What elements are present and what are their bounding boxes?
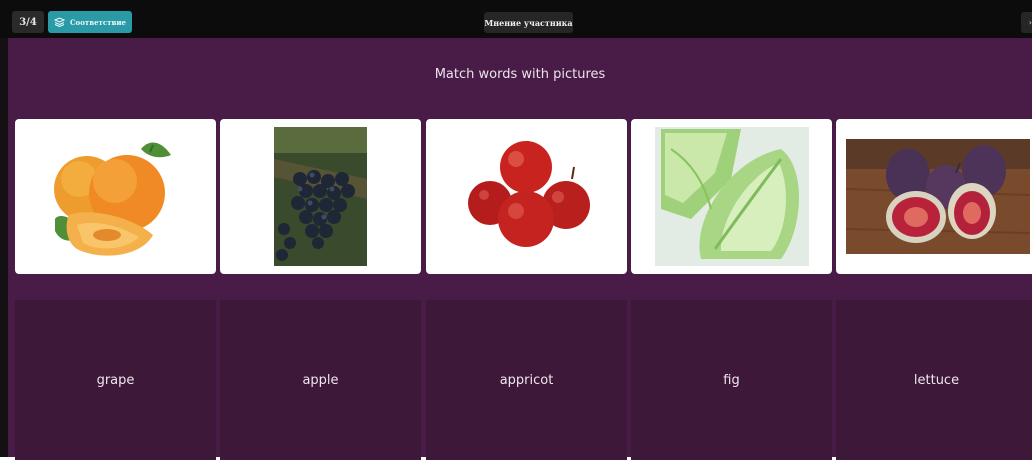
lettuce-image xyxy=(655,127,809,266)
grape-picture-card[interactable] xyxy=(220,119,421,274)
instruction-title: Match words with pictures xyxy=(434,67,606,82)
participant-opinion-button[interactable]: Мнение участника xyxy=(484,12,573,33)
word-tile-grape[interactable]: grape xyxy=(15,300,216,460)
top-bar: 3/4 Соответствие Мнение участника › xyxy=(0,0,1032,38)
lettuce-picture-card[interactable] xyxy=(631,119,832,274)
fig-image xyxy=(845,139,1031,254)
word-label: lettuce xyxy=(913,372,960,388)
left-edge xyxy=(0,38,8,457)
grape-image xyxy=(274,127,367,266)
word-tile-appricot[interactable]: appricot xyxy=(426,300,627,460)
word-label: apple xyxy=(302,372,339,388)
matching-mode-button[interactable]: Соответствие xyxy=(48,11,132,33)
word-tile-fig[interactable]: fig xyxy=(631,300,832,460)
activity-stage: Match words with pictures grape apple ap… xyxy=(8,38,1032,460)
apple-picture-card[interactable] xyxy=(426,119,627,274)
apricot-picture-card[interactable] xyxy=(15,119,216,274)
step-counter: 3/4 xyxy=(12,11,44,33)
layers-icon xyxy=(53,17,65,27)
word-label: fig xyxy=(723,372,740,388)
word-tile-lettuce[interactable]: lettuce xyxy=(836,300,1032,460)
matching-mode-label: Соответствие xyxy=(69,17,126,27)
apricot-image xyxy=(54,142,171,256)
word-tile-apple[interactable]: apple xyxy=(220,300,421,460)
word-label: appricot xyxy=(499,372,554,388)
apple-image xyxy=(468,140,590,247)
next-arrow-button[interactable]: › xyxy=(1021,12,1032,33)
word-label: grape xyxy=(96,372,135,388)
fig-picture-card[interactable] xyxy=(836,119,1032,274)
